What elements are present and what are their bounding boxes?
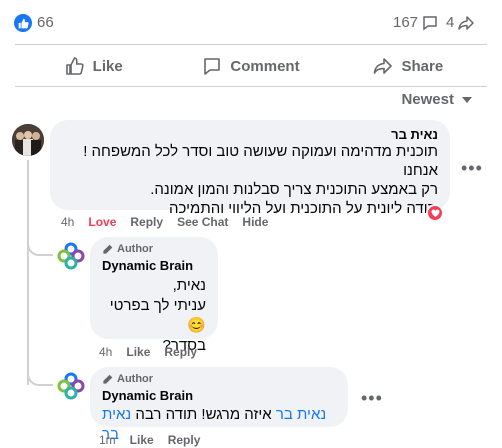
post-stats: 66 167 4 <box>0 0 502 44</box>
thread-connector <box>27 358 53 386</box>
mention-tag[interactable]: נאית בר <box>276 406 326 423</box>
reply-line: נאית, <box>172 277 206 294</box>
avatar[interactable] <box>55 240 87 272</box>
share-icon <box>374 58 393 74</box>
divider <box>15 44 487 45</box>
comment-button[interactable]: Comment <box>172 47 329 85</box>
author-badge: Author <box>102 373 336 385</box>
heart-icon[interactable] <box>426 204 444 222</box>
comment-line: תוכנית מדהימה ועמוקה שעושה טוב וסדר לכל … <box>83 143 438 179</box>
author-badge: Author <box>102 243 206 255</box>
sort-dropdown[interactable]: Newest <box>401 91 472 108</box>
comment-icon <box>423 15 437 30</box>
reply-line: עניתי לך בפרטי 😊 <box>109 297 206 334</box>
comment-count-value: 167 <box>393 14 419 31</box>
pencil-icon <box>103 374 113 384</box>
sort-label: Newest <box>401 91 454 108</box>
post-actions: Like Comment Share <box>15 47 487 85</box>
like-count[interactable]: 66 <box>37 14 54 31</box>
see-chat-button[interactable]: See Chat <box>177 215 228 229</box>
like-button[interactable]: Like <box>15 47 172 85</box>
reply-author[interactable]: Dynamic Brain <box>102 388 336 403</box>
hide-button[interactable]: Hide <box>242 215 268 229</box>
thread-connector <box>27 228 53 256</box>
reply-meta: 4h Like Reply <box>99 345 211 359</box>
reply-button[interactable]: Reply <box>168 433 201 447</box>
reply-bubble: Author Dynamic Brain נאית, עניתי לך בפרט… <box>90 237 218 354</box>
comment-meta: 4h Love Reply See Chat Hide <box>61 215 282 229</box>
pencil-icon <box>103 244 113 254</box>
caret-down-icon <box>462 96 472 103</box>
reply-meta: 1m Like Reply <box>99 433 214 447</box>
comment-author[interactable]: נאית בר <box>62 127 438 142</box>
comment-count[interactable]: 167 <box>393 14 438 31</box>
reply-bubble: Author Dynamic Brain נאית בר איזה מרגש! … <box>90 367 348 443</box>
reply-button[interactable]: Reply <box>164 345 197 359</box>
like-button-label: Like <box>92 57 123 75</box>
author-badge-label: Author <box>117 243 154 255</box>
like-button[interactable]: Like <box>130 433 154 447</box>
comment-icon <box>204 58 221 75</box>
thumbs-up-icon <box>65 57 84 75</box>
avatar[interactable] <box>12 124 44 156</box>
reply-time: 1m <box>99 433 116 447</box>
share-count-value: 4 <box>446 14 455 31</box>
author-badge-label: Author <box>117 373 154 385</box>
avatar[interactable] <box>55 370 87 402</box>
thread-line <box>27 160 29 385</box>
comment-button-label: Comment <box>230 57 300 75</box>
share-count[interactable]: 4 <box>446 14 475 31</box>
love-button[interactable]: Love <box>88 215 116 229</box>
comment-line: רק באמצע התוכנית צריך סבלנות והמון אמונה… <box>150 181 438 198</box>
divider <box>15 86 487 87</box>
like-reaction-icon[interactable] <box>14 14 32 32</box>
more-icon[interactable]: ••• <box>461 158 483 179</box>
reply-button[interactable]: Reply <box>130 215 163 229</box>
like-button[interactable]: Like <box>126 345 150 359</box>
more-icon[interactable]: ••• <box>361 388 383 409</box>
reply-author[interactable]: Dynamic Brain <box>102 258 206 273</box>
reply-text-body: איזה מרגש! תודה רבה <box>131 406 276 423</box>
comment-time: 4h <box>61 215 75 229</box>
share-button[interactable]: Share <box>330 47 487 85</box>
comment-bubble: נאית בר תוכנית מדהימה ועמוקה שעושה טוב ו… <box>50 120 450 217</box>
share-button-label: Share <box>401 57 444 75</box>
reply-time: 4h <box>99 345 113 359</box>
share-icon <box>458 15 475 30</box>
